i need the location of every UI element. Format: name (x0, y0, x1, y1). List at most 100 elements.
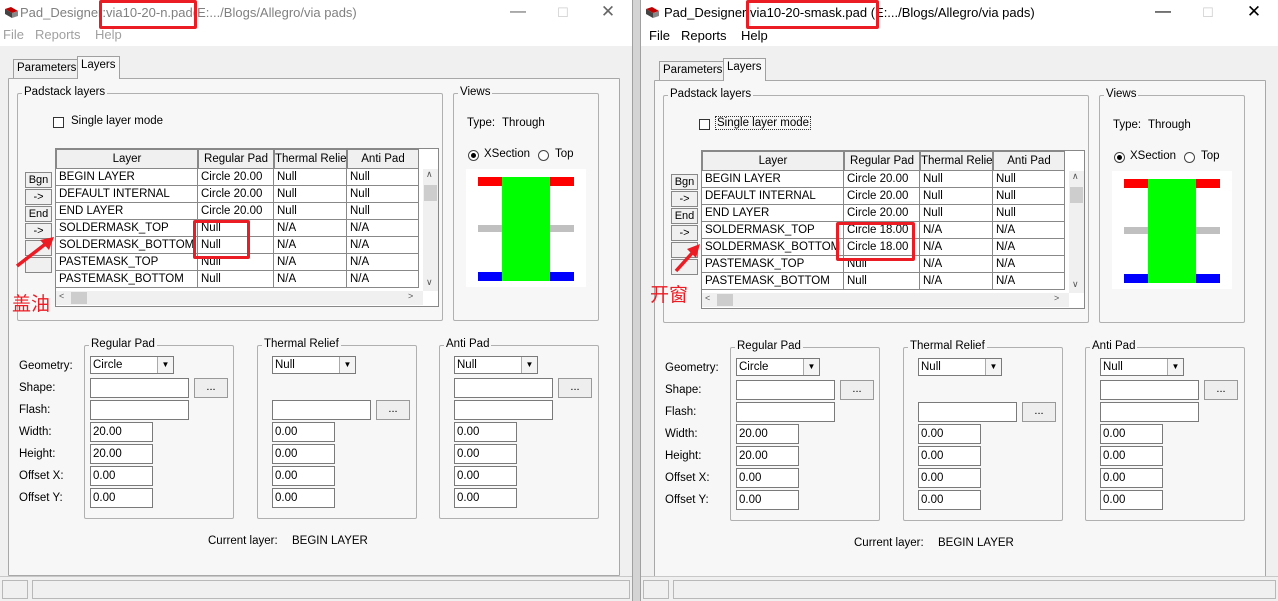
regular-pad-height-field[interactable]: 20.00 (90, 444, 153, 464)
dropdown-arrow-icon[interactable]: ▼ (803, 359, 819, 375)
dropdown-arrow-icon[interactable]: ▼ (1167, 359, 1183, 375)
grid-cell[interactable]: Circle 20.00 (198, 169, 274, 186)
row-button-end[interactable]: End (25, 206, 52, 222)
grid-cell[interactable]: SOLDERMASK_TOP (56, 220, 198, 237)
grid-cell[interactable]: PASTEMASK_TOP (56, 254, 198, 271)
regular-pad-height-field[interactable]: 20.00 (736, 446, 799, 466)
thermal-relief-flash-field[interactable] (272, 400, 371, 420)
regular-pad-offset-y-field[interactable]: 0.00 (736, 490, 799, 510)
scrollbar-thumb[interactable] (1070, 187, 1083, 203)
regular-pad-flash-field[interactable] (736, 402, 835, 422)
scroll-up-icon[interactable]: ∧ (426, 169, 433, 180)
top-radio[interactable] (538, 150, 549, 161)
grid-cell[interactable]: N/A (347, 254, 419, 271)
anti-pad-width-field[interactable]: 0.00 (454, 422, 517, 442)
scrollbar-thumb[interactable] (717, 294, 733, 306)
scroll-down-icon[interactable]: ∨ (1072, 279, 1079, 290)
minimize-icon[interactable]: — (508, 3, 528, 21)
grid-cell[interactable]: BEGIN LAYER (56, 169, 198, 186)
menu-help[interactable]: Help (95, 27, 122, 42)
anti-pad-offset-y-field[interactable]: 0.00 (454, 488, 517, 508)
regular-pad-shape-browse-button[interactable]: ... (194, 378, 228, 398)
menu-help[interactable]: Help (741, 28, 768, 43)
grid-cell[interactable]: END LAYER (702, 205, 844, 222)
col-header-regular-pad[interactable]: Regular Pad (198, 149, 274, 169)
grid-cell[interactable]: N/A (920, 273, 993, 290)
row-button-end[interactable]: End (671, 208, 698, 224)
anti-pad-offset-x-field[interactable]: 0.00 (1100, 468, 1163, 488)
regular-pad-shape-field[interactable] (736, 380, 835, 400)
tab-parameters[interactable]: Parameters (659, 61, 727, 81)
thermal-relief-flash-browse-button[interactable]: ... (376, 400, 410, 420)
regular-pad-offset-x-field[interactable]: 0.00 (736, 468, 799, 488)
row-button-bgn[interactable]: Bgn (671, 174, 698, 190)
thermal-relief-geometry-select[interactable]: Null ▼ (272, 356, 356, 374)
col-header-layer[interactable]: Layer (702, 151, 844, 171)
regular-pad-shape-browse-button[interactable]: ... (840, 380, 874, 400)
grid-cell[interactable]: Null (274, 203, 347, 220)
grid-cell[interactable]: Null (993, 205, 1065, 222)
anti-pad-shape-field[interactable] (454, 378, 553, 398)
thermal-relief-offset-x-field[interactable]: 0.00 (272, 466, 335, 486)
grid-cell[interactable]: Null (920, 205, 993, 222)
scrollbar-thumb[interactable] (71, 292, 87, 304)
grid-cell[interactable]: N/A (347, 220, 419, 237)
grid-vertical-scrollbar[interactable]: ∧ ∨ (1069, 171, 1084, 293)
grid-cell[interactable]: N/A (274, 254, 347, 271)
anti-pad-shape-field[interactable] (1100, 380, 1199, 400)
grid-cell[interactable]: N/A (274, 220, 347, 237)
grid-cell[interactable]: N/A (274, 237, 347, 254)
grid-cell[interactable]: Circle 20.00 (198, 186, 274, 203)
anti-pad-width-field[interactable]: 0.00 (1100, 424, 1163, 444)
grid-cell[interactable]: Null (198, 254, 274, 271)
title-bar[interactable]: Pad_Designer:via10-20-smask.pad (E:.../B… (641, 0, 1278, 26)
anti-pad-shape-browse-button[interactable]: ... (1204, 380, 1238, 400)
grid-horizontal-scrollbar[interactable]: < > (702, 293, 1069, 307)
anti-pad-flash-field[interactable] (1100, 402, 1199, 422)
regular-pad-flash-field[interactable] (90, 400, 189, 420)
close-icon[interactable]: ✕ (598, 2, 618, 22)
tab-layers[interactable]: Layers (723, 58, 766, 81)
grid-cell[interactable]: Null (920, 188, 993, 205)
single-layer-mode-checkbox[interactable] (53, 117, 64, 128)
xsection-radio[interactable] (468, 150, 479, 161)
anti-pad-geometry-select[interactable]: Null ▼ (1100, 358, 1184, 376)
grid-cell[interactable]: SOLDERMASK_TOP (702, 222, 844, 239)
thermal-relief-width-field[interactable]: 0.00 (272, 422, 335, 442)
grid-cell[interactable]: N/A (920, 239, 993, 256)
scrollbar-thumb[interactable] (424, 185, 437, 201)
grid-cell[interactable]: N/A (993, 256, 1065, 273)
grid-cell[interactable]: Circle 20.00 (844, 188, 920, 205)
thermal-relief-flash-browse-button[interactable]: ... (1022, 402, 1056, 422)
grid-cell[interactable]: Null (198, 237, 274, 254)
dropdown-arrow-icon[interactable]: ▼ (985, 359, 1001, 375)
anti-pad-height-field[interactable]: 0.00 (454, 444, 517, 464)
dropdown-arrow-icon[interactable]: ▼ (157, 357, 173, 373)
thermal-relief-offset-x-field[interactable]: 0.00 (918, 468, 981, 488)
menu-reports[interactable]: Reports (681, 28, 727, 43)
anti-pad-offset-x-field[interactable]: 0.00 (454, 466, 517, 486)
scroll-right-icon[interactable]: > (1054, 293, 1059, 303)
regular-pad-width-field[interactable]: 20.00 (90, 422, 153, 442)
grid-cell[interactable]: N/A (347, 237, 419, 254)
grid-cell[interactable]: N/A (993, 239, 1065, 256)
scroll-down-icon[interactable]: ∨ (426, 277, 433, 288)
grid-cell[interactable]: BEGIN LAYER (702, 171, 844, 188)
grid-cell[interactable]: Null (993, 171, 1065, 188)
scroll-up-icon[interactable]: ∧ (1072, 171, 1079, 182)
regular-pad-offset-y-field[interactable]: 0.00 (90, 488, 153, 508)
anti-pad-geometry-select[interactable]: Null ▼ (454, 356, 538, 374)
regular-pad-shape-field[interactable] (90, 378, 189, 398)
grid-horizontal-scrollbar[interactable]: < > (56, 291, 423, 305)
tab-layers[interactable]: Layers (77, 56, 120, 79)
thermal-relief-height-field[interactable]: 0.00 (272, 444, 335, 464)
grid-cell[interactable]: N/A (920, 256, 993, 273)
grid-cell[interactable]: END LAYER (56, 203, 198, 220)
scroll-left-icon[interactable]: < (705, 293, 710, 303)
grid-cell[interactable]: Null (347, 203, 419, 220)
close-icon[interactable]: ✕ (1244, 2, 1264, 22)
row-button-arrow[interactable]: -> (671, 191, 698, 207)
grid-cell[interactable]: Null (844, 256, 920, 273)
col-header-layer[interactable]: Layer (56, 149, 198, 169)
thermal-relief-width-field[interactable]: 0.00 (918, 424, 981, 444)
